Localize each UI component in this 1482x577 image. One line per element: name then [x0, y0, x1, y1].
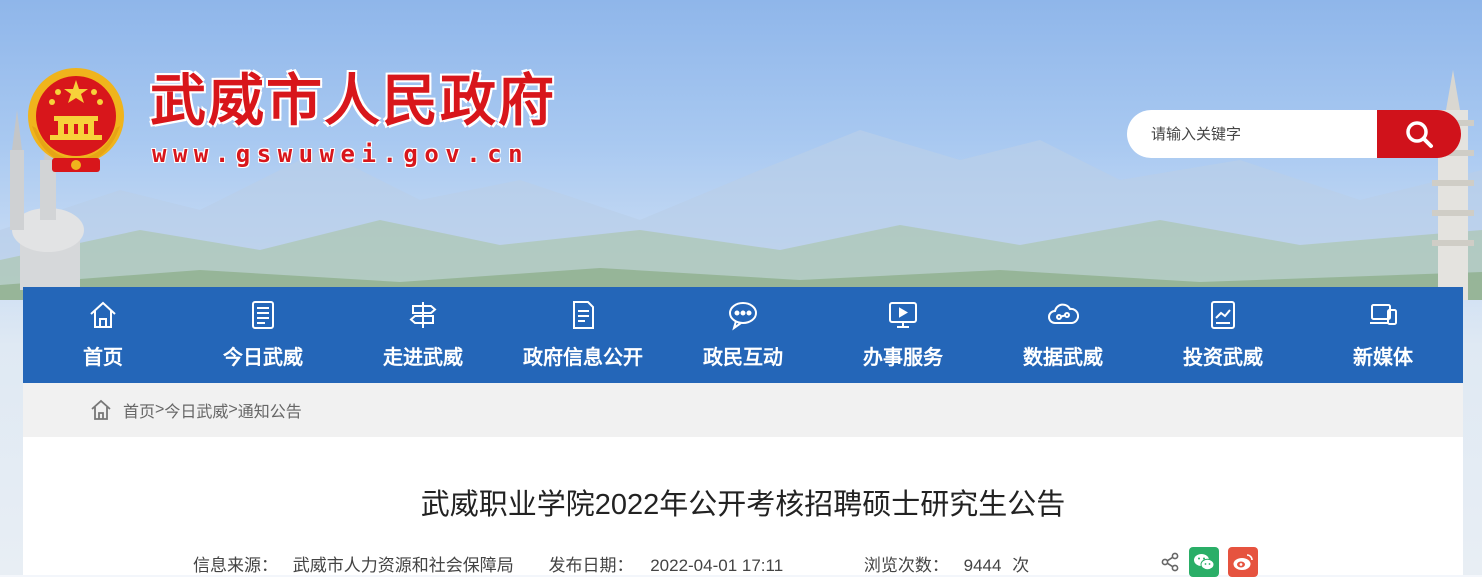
views-unit: 次 [1012, 556, 1030, 575]
newspaper-icon [252, 301, 274, 329]
search-bar [1127, 110, 1461, 158]
nav-label: 政府信息公开 [523, 347, 643, 369]
national-emblem-logo [28, 68, 124, 172]
nav-item-invest[interactable]: 投资武威 [1143, 287, 1303, 383]
wechat-icon [1194, 554, 1215, 571]
pagoda-illustration [1432, 70, 1474, 300]
nav-label: 今日武威 [223, 347, 303, 369]
nav-label: 走进武威 [383, 347, 463, 369]
nav-label: 政民互动 [703, 347, 783, 369]
views-value: 9444 [963, 556, 1002, 575]
devices-icon [1370, 304, 1397, 325]
search-icon [1406, 121, 1433, 148]
chat-icon [729, 302, 757, 331]
breadcrumb-separator: > [228, 401, 238, 418]
date-label: 发布日期： [548, 556, 634, 575]
nav-label: 数据武威 [1023, 347, 1103, 369]
nav-item-home[interactable]: 首页 [23, 287, 183, 383]
home-icon [90, 301, 116, 328]
views-label: 浏览次数： [863, 556, 949, 575]
source-value: 武威市人力资源和社会保障局 [292, 556, 514, 575]
article-container: 武威职业学院2022年公开考核招聘硕士研究生公告 信息来源： 武威市人力资源和社… [23, 437, 1463, 577]
date-value: 2022-04-01 17:11 [650, 556, 784, 575]
monitor-icon [889, 302, 917, 328]
nav-label: 办事服务 [863, 347, 943, 369]
search-input[interactable] [1127, 110, 1377, 158]
article-title: 武威职业学院2022年公开考核招聘硕士研究生公告 [420, 489, 1066, 521]
nav-item-interaction[interactable]: 政民互动 [663, 287, 823, 383]
breadcrumb: 首页 > 今日武威 > 通知公告 [23, 383, 1463, 437]
nav-item-gov-info[interactable]: 政府信息公开 [503, 287, 663, 383]
breadcrumb-today-wuwei[interactable]: 今日武威 [164, 398, 228, 422]
site-url: www.gswuwei.gov.cn [152, 140, 530, 168]
breadcrumb-notices[interactable]: 通知公告 [238, 398, 302, 422]
main-nav: 首页 今日武威 走进武威 政府信息公开 政民互动 办事服务 数据武威 投资武威 … [23, 287, 1463, 383]
source-label: 信息来源： [193, 556, 278, 575]
nav-label: 新媒体 [1353, 347, 1413, 369]
share-bar [1159, 547, 1267, 577]
breadcrumb-home[interactable]: 首页 [123, 398, 155, 422]
nav-item-new-media[interactable]: 新媒体 [1303, 287, 1463, 383]
signpost-icon [409, 302, 437, 328]
home-icon [91, 399, 111, 420]
cloud-data-icon [1048, 303, 1079, 324]
wechat-share-button[interactable] [1189, 547, 1219, 577]
nav-item-enter-wuwei[interactable]: 走进武威 [343, 287, 503, 383]
nav-label: 首页 [83, 347, 123, 369]
breadcrumb-separator: > [155, 401, 165, 418]
nav-item-data-wuwei[interactable]: 数据武威 [983, 287, 1143, 383]
search-button[interactable] [1377, 110, 1461, 158]
nav-label: 投资武威 [1183, 347, 1263, 369]
share-icon[interactable] [1159, 551, 1181, 573]
chart-icon [1211, 301, 1235, 329]
document-icon [573, 301, 594, 329]
site-title[interactable]: 武威市人民政府 [150, 72, 556, 132]
weibo-share-button[interactable] [1228, 547, 1258, 577]
nav-item-services[interactable]: 办事服务 [823, 287, 983, 383]
weibo-icon [1233, 554, 1253, 570]
article-meta: 信息来源： 武威市人力资源和社会保障局 发布日期： 2022-04-01 17:… [193, 551, 1029, 576]
nav-item-today-wuwei[interactable]: 今日武威 [183, 287, 343, 383]
